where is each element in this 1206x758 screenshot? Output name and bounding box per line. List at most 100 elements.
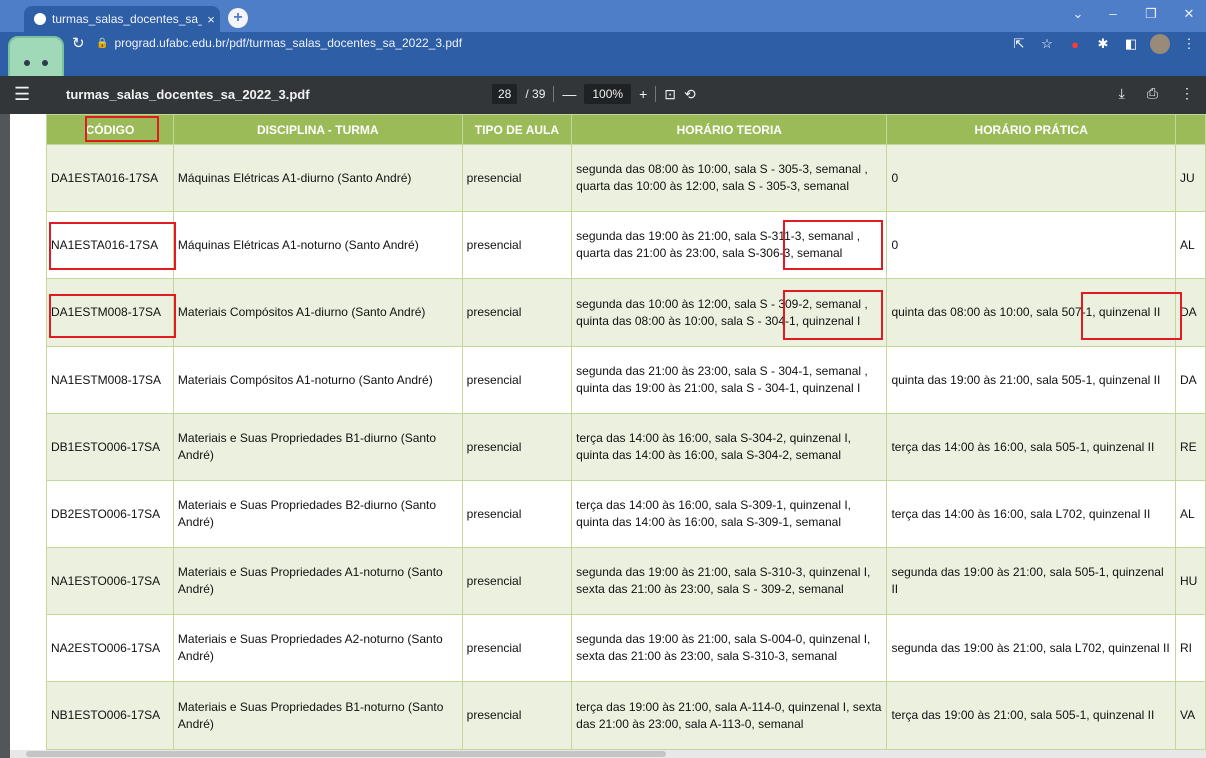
- cell-extra: RE: [1174, 413, 1206, 481]
- lock-icon: 🔒: [96, 37, 109, 49]
- cell-extra: RI: [1174, 614, 1206, 682]
- more-menu-icon[interactable]: ⋮: [1180, 36, 1198, 52]
- cell-tipo: presencial: [461, 211, 573, 279]
- cell-disciplina: Materiais Compósitos A1-diurno (Santo An…: [172, 278, 463, 347]
- cell-teoria: segunda das 19:00 às 21:00, sala S-310-3…: [571, 547, 888, 615]
- table-row: NA1ESTM008-17SA Materiais Compósitos A1-n…: [46, 346, 1206, 414]
- cell-disciplina: Materiais e Suas Propriedades A2-noturno…: [172, 614, 463, 682]
- zoom-level-input[interactable]: 100%: [584, 84, 632, 104]
- pdf-more-icon[interactable]: ⋮: [1180, 85, 1194, 102]
- cell-tipo: presencial: [461, 144, 573, 212]
- cell-tipo: presencial: [461, 681, 573, 750]
- restore-button[interactable]: ❐: [1136, 6, 1166, 22]
- highlight-codigo-header: [85, 116, 159, 142]
- cell-disciplina: Materiais e Suas Propriedades B1-noturno…: [172, 681, 463, 750]
- cell-extra: JU: [1174, 144, 1206, 212]
- cell-teoria: segunda das 21:00 às 23:00, sala S - 304…: [571, 346, 888, 414]
- page-controls: 28 / 39 — 100% + ⊡ ⟲: [492, 84, 696, 104]
- browser-tab-strip: turmas_salas_docentes_sa_2022_ × + ⌄ – ❐…: [0, 0, 1206, 32]
- cell-pratica: quinta das 19:00 às 21:00, sala 505-1, q…: [886, 346, 1176, 414]
- cell-teoria: terça das 19:00 às 21:00, sala A-114-0, …: [571, 681, 888, 750]
- cell-disciplina: Máquinas Elétricas A1-noturno (Santo And…: [172, 211, 463, 279]
- address-bar[interactable]: 🔒 prograd.ufabc.edu.br/pdf/turmas_salas_…: [96, 32, 1076, 54]
- share-icon[interactable]: ⇱: [1010, 36, 1028, 52]
- table-row: NA1ESTO006-17SA Materiais e Suas Propried…: [46, 547, 1206, 615]
- divider: [655, 86, 657, 102]
- cell-teoria: terça das 14:00 às 16:00, sala S-304-2, …: [571, 413, 888, 481]
- header-disciplina: DISCIPLINA - TURMA: [172, 114, 463, 145]
- horizontal-scrollbar[interactable]: [10, 750, 1206, 758]
- cell-teoria: terça das 14:00 às 16:00, sala S-309-1, …: [571, 480, 888, 548]
- toolbar-icons: ⇱ ☆ ● ✱ ◧ ⋮: [1010, 34, 1198, 54]
- side-panel-icon[interactable]: ◧: [1122, 36, 1140, 52]
- pdf-actions: ⤓ ⎙ ⋮: [1119, 85, 1194, 102]
- cell-codigo: NB1ESTO006-17SA: [46, 681, 174, 750]
- cell-pratica: terça das 19:00 às 21:00, sala 505-1, qu…: [886, 681, 1176, 750]
- table-row: DB1ESTO006-17SA Materiais e Suas Propried…: [46, 413, 1206, 481]
- table-body: DA1ESTA016-17SA Máquinas Elétricas A1-diu…: [46, 144, 1206, 750]
- header-extra: [1174, 114, 1206, 145]
- tab-search-chevron-icon[interactable]: ⌄: [1063, 6, 1093, 22]
- courses-table: CÓDIGO DISCIPLINA - TURMA TIPO DE AULA H…: [46, 114, 1206, 750]
- table-row: DA1ESTM008-17SA Materiais Compósitos A1-d…: [46, 278, 1206, 347]
- cell-extra: AL: [1174, 480, 1206, 548]
- page-total: / 39: [525, 87, 546, 101]
- cell-codigo: DB2ESTO006-17SA: [46, 480, 174, 548]
- zoom-out-button[interactable]: —: [562, 86, 576, 102]
- new-tab-button[interactable]: +: [228, 8, 248, 28]
- zoom-in-button[interactable]: +: [639, 86, 647, 102]
- header-teoria: HORÁRIO TEORIA: [571, 114, 888, 145]
- cell-pratica: segunda das 19:00 às 21:00, sala L702, q…: [886, 614, 1176, 682]
- print-icon[interactable]: ⎙: [1147, 85, 1158, 102]
- table-header-row: CÓDIGO DISCIPLINA - TURMA TIPO DE AULA H…: [46, 114, 1206, 145]
- tab-close-icon[interactable]: ×: [202, 12, 220, 27]
- page-number-input[interactable]: 28: [492, 84, 518, 104]
- cell-pratica: segunda das 19:00 às 21:00, sala 505-1, …: [886, 547, 1176, 615]
- download-icon[interactable]: ⤓: [1119, 85, 1125, 102]
- cell-tipo: presencial: [461, 346, 573, 414]
- browser-navbar: ↻ 🔒 prograd.ufabc.edu.br/pdf/turmas_sala…: [0, 32, 1206, 92]
- cell-disciplina: Materiais e Suas Propriedades B2-diurno …: [172, 480, 463, 548]
- pdf-file-name: turmas_salas_docentes_sa_2022_3.pdf: [66, 87, 310, 102]
- rotate-icon[interactable]: ⟲: [684, 86, 696, 103]
- cell-pratica: terça das 14:00 às 16:00, sala 505-1, qu…: [886, 413, 1176, 481]
- cell-codigo: NA2ESTO006-17SA: [46, 614, 174, 682]
- cell-pratica: 0: [886, 211, 1176, 279]
- scrollbar-thumb[interactable]: [26, 751, 666, 757]
- browser-tab-active[interactable]: turmas_salas_docentes_sa_2022_ ×: [24, 6, 220, 32]
- cell-teoria: segunda das 08:00 às 10:00, sala S - 305…: [571, 144, 888, 212]
- minimize-button[interactable]: –: [1098, 6, 1128, 21]
- cell-pratica: terça das 14:00 às 16:00, sala L702, qui…: [886, 480, 1176, 548]
- cell-extra: VA: [1174, 681, 1206, 750]
- hamburger-menu-icon[interactable]: ☰: [14, 84, 30, 105]
- reload-icon[interactable]: ↻: [72, 34, 85, 52]
- highlight-pratica-row3: [1081, 292, 1182, 340]
- header-tipo: TIPO DE AULA: [461, 114, 573, 145]
- cell-disciplina: Materiais Compósitos A1-noturno (Santo A…: [172, 346, 463, 414]
- pdf-viewer[interactable]: CÓDIGO DISCIPLINA - TURMA TIPO DE AULA H…: [0, 114, 1206, 758]
- highlight-teoria-row3: [783, 290, 883, 340]
- close-window-button[interactable]: ✕: [1174, 6, 1204, 22]
- cell-disciplina: Materiais e Suas Propriedades B1-diurno …: [172, 413, 463, 481]
- highlight-code-row3: [49, 294, 176, 338]
- extension-shield-icon[interactable]: ●: [1066, 37, 1084, 52]
- table-row: NB1ESTO006-17SA Materiais e Suas Propried…: [46, 681, 1206, 750]
- cell-codigo: DA1ESTA016-17SA: [46, 144, 174, 212]
- table-row: NA1ESTA016-17SA Máquinas Elétricas A1-not…: [46, 211, 1206, 279]
- profile-avatar[interactable]: [1150, 34, 1170, 54]
- fit-page-icon[interactable]: ⊡: [664, 86, 676, 103]
- highlight-teoria-row2: [783, 220, 883, 270]
- tab-title: turmas_salas_docentes_sa_2022_: [52, 12, 202, 26]
- pdf-page: CÓDIGO DISCIPLINA - TURMA TIPO DE AULA H…: [10, 114, 1206, 758]
- cell-codigo: NA1ESTM008-17SA: [46, 346, 174, 414]
- cell-tipo: presencial: [461, 413, 573, 481]
- cell-tipo: presencial: [461, 480, 573, 548]
- bookmark-star-icon[interactable]: ☆: [1038, 36, 1056, 52]
- cell-extra: AL: [1174, 211, 1206, 279]
- cell-tipo: presencial: [461, 547, 573, 615]
- cell-tipo: presencial: [461, 278, 573, 347]
- cell-pratica: 0: [886, 144, 1176, 212]
- cell-extra: HU: [1174, 547, 1206, 615]
- table-row: DB2ESTO006-17SA Materiais e Suas Propried…: [46, 480, 1206, 548]
- extensions-puzzle-icon[interactable]: ✱: [1094, 36, 1112, 52]
